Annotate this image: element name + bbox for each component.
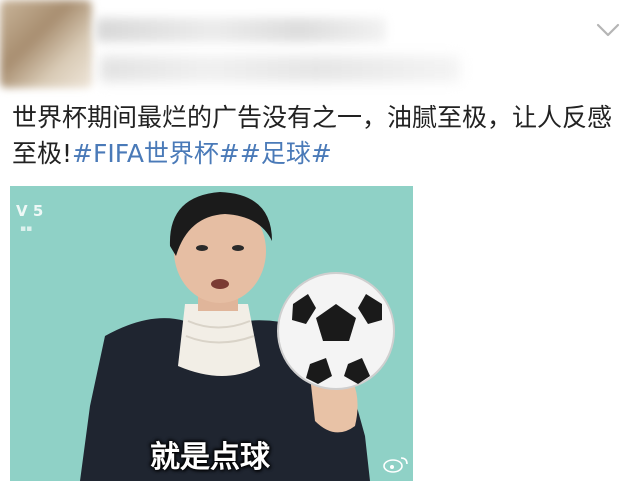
avatar[interactable]: [0, 0, 92, 88]
post-header: [0, 0, 640, 95]
post-meta-blurred: [100, 56, 460, 82]
post-text: 世界杯期间最烂的广告没有之一，油腻至极，让人反感至极!#FIFA世界杯##足球#: [12, 100, 632, 172]
weibo-watermark-icon: [382, 454, 410, 474]
username-blurred[interactable]: [96, 18, 386, 42]
channel-logo: V 5: [16, 202, 44, 220]
video-subtitle: 就是点球: [150, 440, 270, 475]
hashtag-fifa-world-cup[interactable]: #FIFA世界杯#: [72, 139, 240, 168]
channel-logo-sub: ▪▪: [20, 224, 33, 234]
chevron-down-icon[interactable]: [596, 22, 620, 38]
hashtag-football[interactable]: #足球#: [240, 139, 332, 168]
post-image[interactable]: V 5 ▪▪ 就是点球: [10, 186, 413, 481]
